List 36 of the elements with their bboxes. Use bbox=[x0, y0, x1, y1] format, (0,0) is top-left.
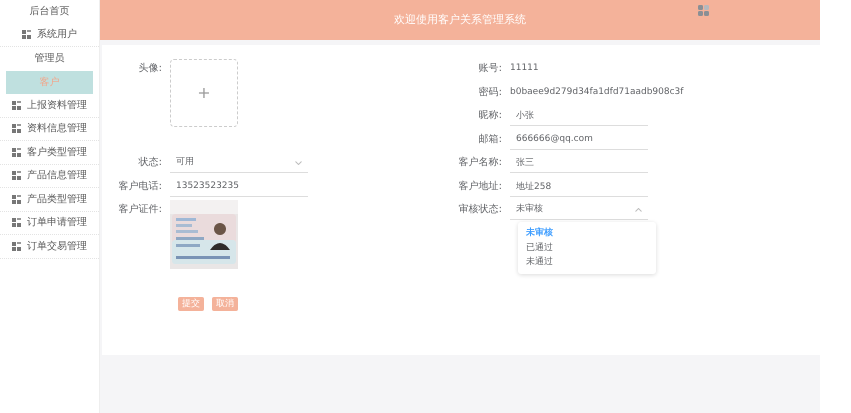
menu-icon bbox=[12, 242, 21, 251]
grid-icon bbox=[698, 5, 709, 16]
field-label: 状态: bbox=[138, 156, 163, 170]
sidebar-item[interactable]: 产品类型管理 bbox=[27, 192, 87, 207]
field-label: 昵称: bbox=[478, 109, 503, 123]
field-value: 11111 bbox=[510, 62, 539, 75]
menu-icon bbox=[12, 100, 21, 110]
field-label: 审核状态: bbox=[458, 202, 503, 217]
sidebar-item[interactable]: 订单交易管理 bbox=[27, 238, 87, 254]
menu-icon bbox=[12, 124, 21, 134]
menu-icon bbox=[12, 148, 21, 157]
dropdown-option[interactable]: 未通过 bbox=[518, 255, 656, 270]
field-label: 头像: bbox=[138, 62, 163, 76]
header-title: 欢迎使用客户关系管理系统 bbox=[394, 12, 526, 28]
menu-icon bbox=[12, 171, 21, 180]
field-value: b0baee9d279d34fa1dfd71aadb908c3f bbox=[510, 86, 684, 98]
menu-icon bbox=[12, 194, 21, 204]
menu-icon bbox=[12, 218, 21, 228]
field-label: 客户地址: bbox=[458, 180, 503, 194]
field-label: 密码: bbox=[478, 86, 503, 100]
field-label: 账号: bbox=[478, 62, 503, 76]
select-field[interactable]: 未审核 bbox=[510, 200, 648, 220]
sidebar-item[interactable]: 后台首页 bbox=[0, 0, 99, 24]
sidebar-item[interactable]: 上报资料管理 bbox=[27, 98, 87, 113]
sidebar-item[interactable]: 产品信息管理 bbox=[27, 168, 87, 184]
sidebar-item[interactable]: 资料信息管理 bbox=[27, 121, 87, 136]
sidebar-item[interactable]: 订单申请管理 bbox=[27, 215, 87, 230]
menu-icon bbox=[22, 30, 31, 40]
dropdown-option[interactable]: 已通过 bbox=[518, 240, 656, 255]
sidebar-item[interactable]: 客户类型管理 bbox=[27, 144, 87, 160]
field-label: 客户名称: bbox=[458, 156, 503, 170]
field-label: 客户电话: bbox=[118, 180, 163, 194]
field-label: 客户证件: bbox=[118, 202, 163, 217]
sidebar-item[interactable]: 管理员 bbox=[0, 47, 99, 70]
field-label: 邮箱: bbox=[478, 132, 503, 146]
sidebar-item[interactable]: 系统用户 bbox=[37, 27, 77, 42]
